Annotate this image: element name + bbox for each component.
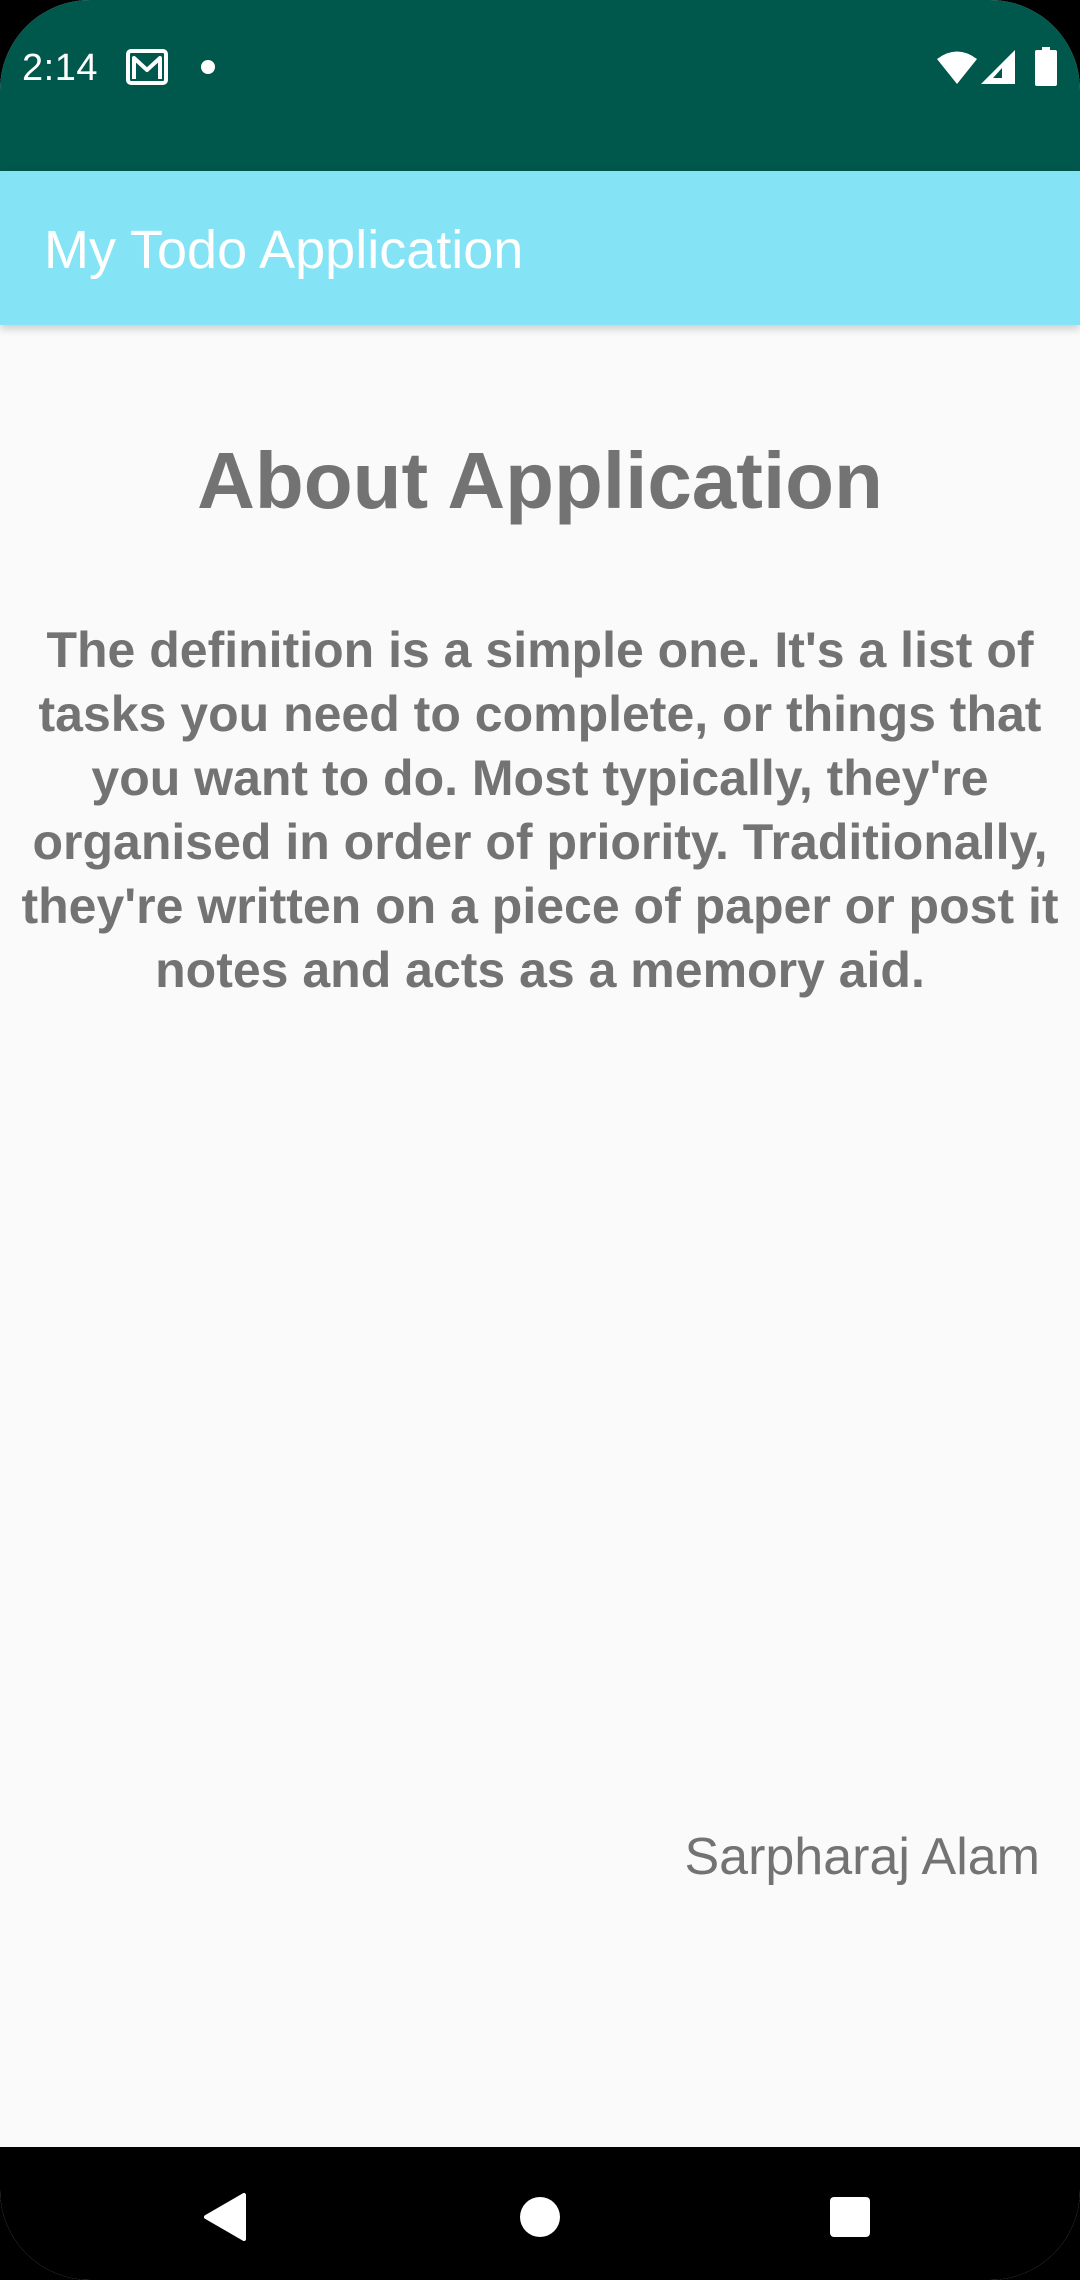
notification-dot-icon [201, 60, 215, 74]
status-bar: 2:14 [0, 0, 1080, 171]
about-content: About Application The definition is a si… [0, 325, 1080, 2147]
home-icon[interactable] [510, 2187, 570, 2247]
phone-screen: 2:14 My Todo Application About Applicati… [0, 0, 1080, 2280]
recents-icon[interactable] [820, 2187, 880, 2247]
gmail-icon [126, 49, 168, 85]
signal-icon [981, 50, 1015, 84]
status-time: 2:14 [22, 47, 98, 89]
back-icon[interactable] [196, 2187, 256, 2247]
page-title: About Application [197, 436, 883, 525]
about-description: The definition is a simple one. It's a l… [21, 622, 1059, 998]
app-bar-title: My Todo Application [44, 220, 524, 280]
author-name: Sarpharaj Alam [684, 1828, 1040, 1886]
wifi-icon [937, 50, 977, 84]
battery-icon [1035, 47, 1057, 86]
app-bar: My Todo Application [0, 171, 1080, 325]
navigation-bar [0, 2147, 1080, 2280]
